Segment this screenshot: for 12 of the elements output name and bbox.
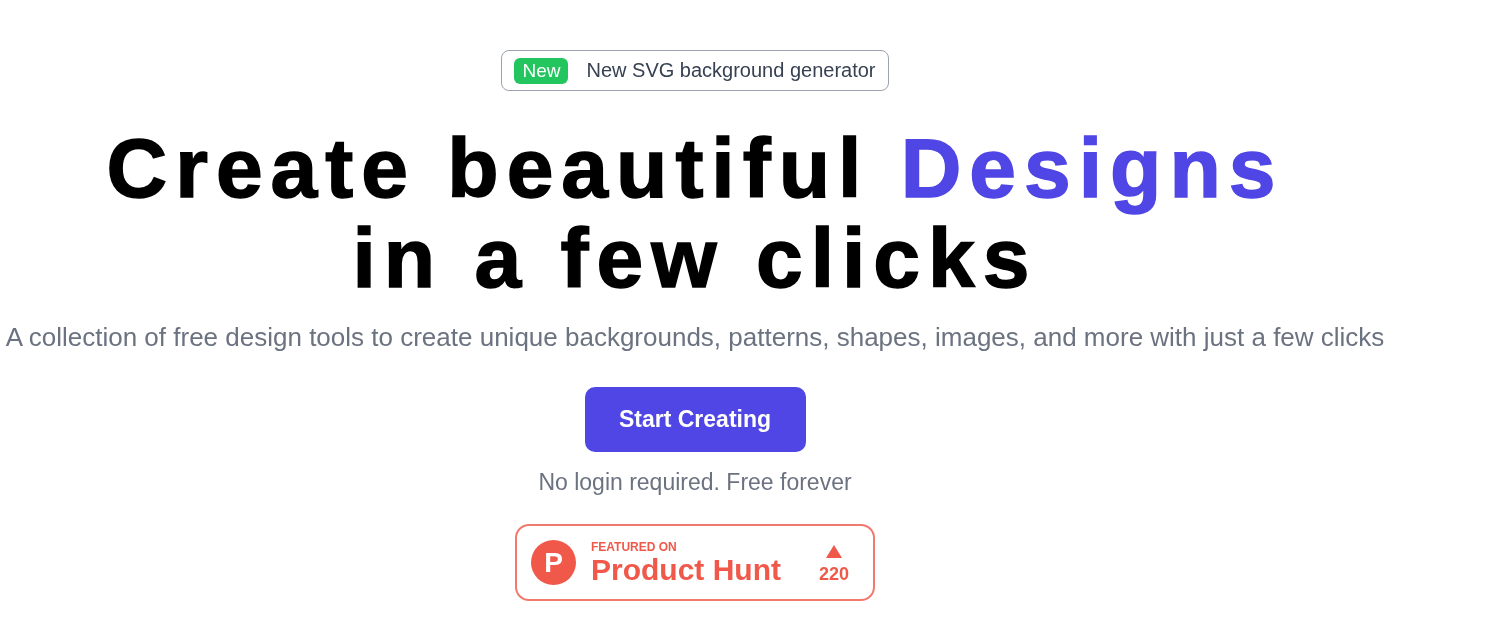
announcement-text: New SVG background generator — [586, 59, 876, 82]
vote-count: 220 — [818, 564, 849, 584]
headline: Create beautiful Designs in a few clicks — [106, 123, 1284, 303]
featured-label: FEATURED ON — [591, 540, 678, 554]
subtitle: A collection of free design tools to create unique backgrounds, patterns, shapes, images, and more with just a few clicks — [5, 321, 1385, 354]
announcement-link[interactable]: New New SVG background generator — [501, 50, 889, 91]
product-name: Product Hunt — [591, 554, 782, 585]
note-text: No login required. Free forever — [538, 468, 852, 497]
start-creating-button[interactable]: Start Creating — [584, 387, 806, 452]
new-tag: New — [514, 57, 569, 84]
logo-badge: P — [531, 540, 576, 585]
upvote-triangle-icon — [825, 545, 842, 558]
